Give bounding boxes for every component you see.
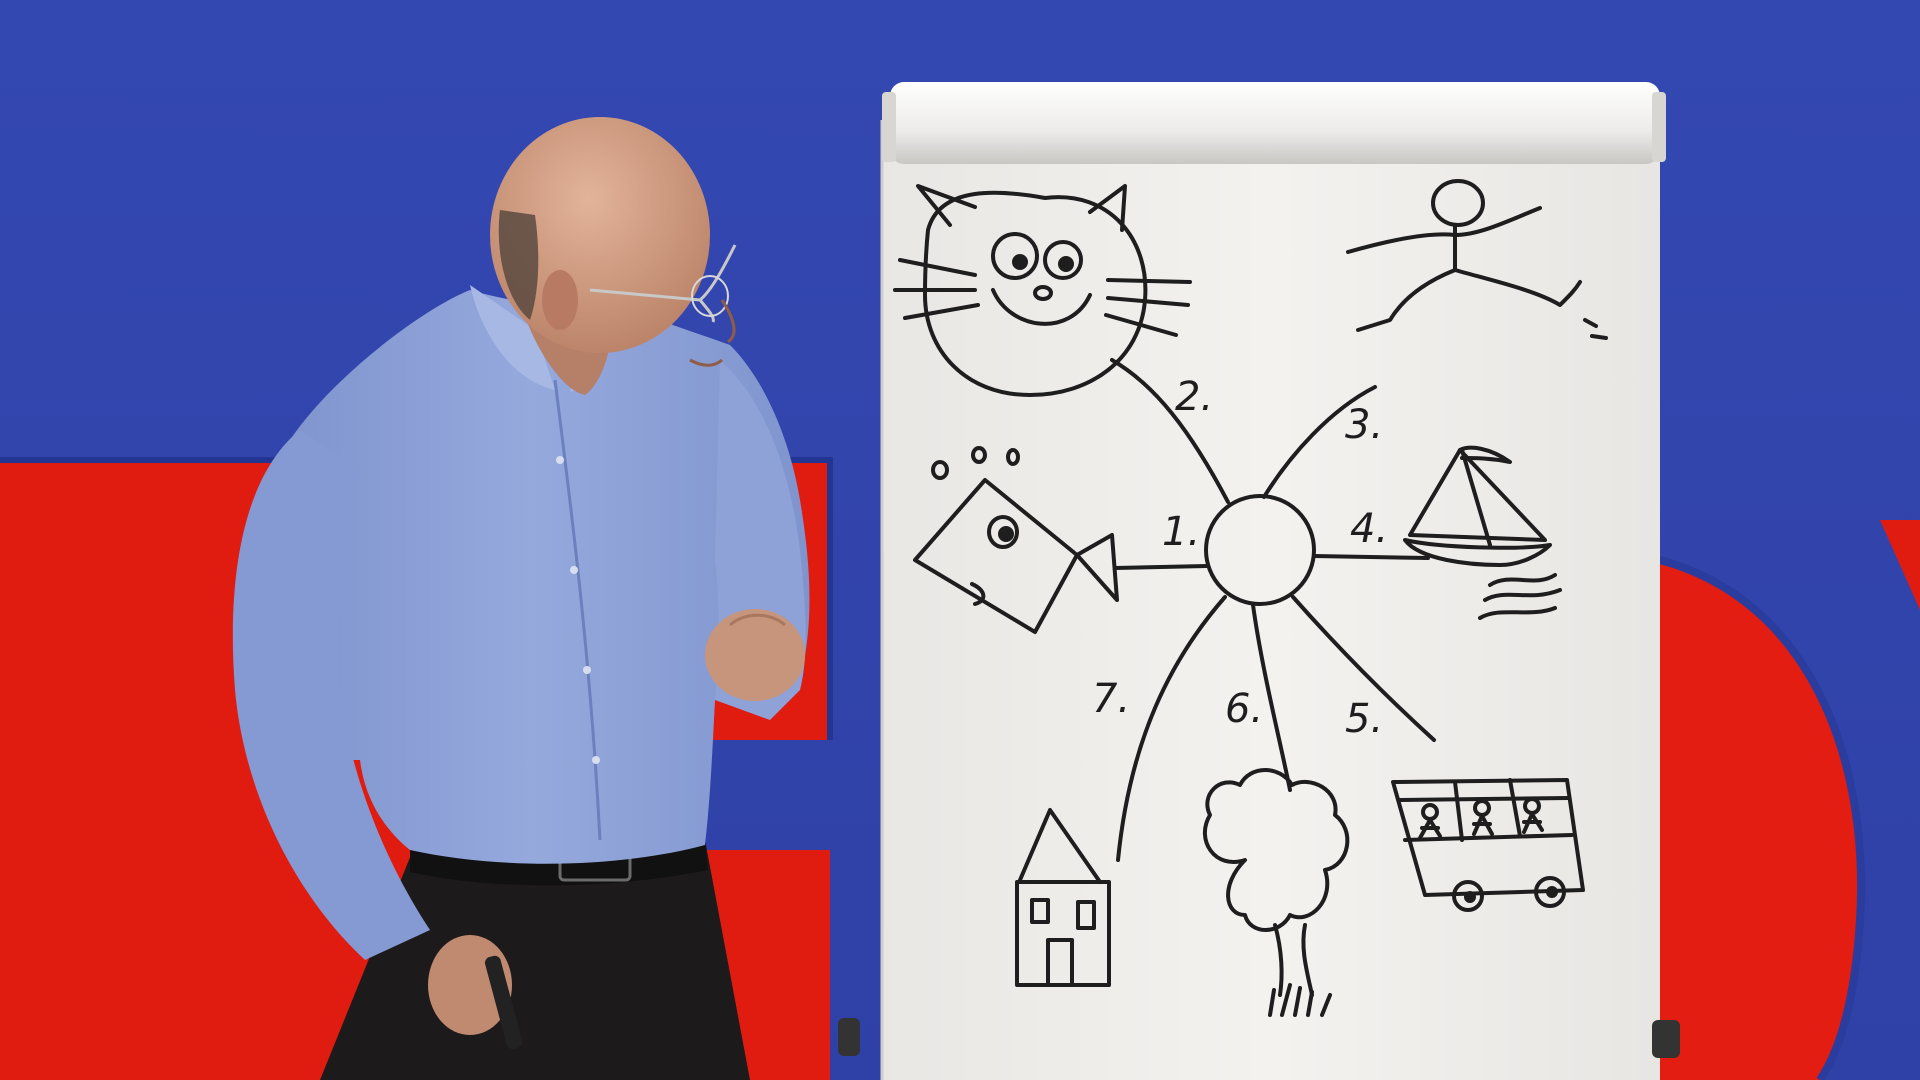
label-2: 2.: [1175, 374, 1213, 420]
spoke-4: [1312, 554, 1430, 560]
speaker-hand-right: [705, 609, 805, 701]
label-7: 7.: [1092, 676, 1130, 722]
label-6: 6.: [1225, 686, 1263, 732]
spoke-1: [1113, 564, 1209, 570]
flipchart-paper: [882, 120, 1660, 1080]
label-5: 5.: [1345, 696, 1383, 742]
flipchart-clamp-left: [838, 1018, 860, 1056]
label-3: 3.: [1345, 402, 1383, 448]
flipchart-roll: [890, 82, 1660, 164]
speaker-ear: [542, 270, 578, 330]
stage-scene: 1. 2. 3. 4. 5. 6. 7.: [0, 0, 1920, 1080]
label-4: 4.: [1350, 506, 1388, 552]
flipchart-clamp-right: [1652, 1020, 1680, 1058]
label-1: 1.: [1162, 509, 1200, 555]
